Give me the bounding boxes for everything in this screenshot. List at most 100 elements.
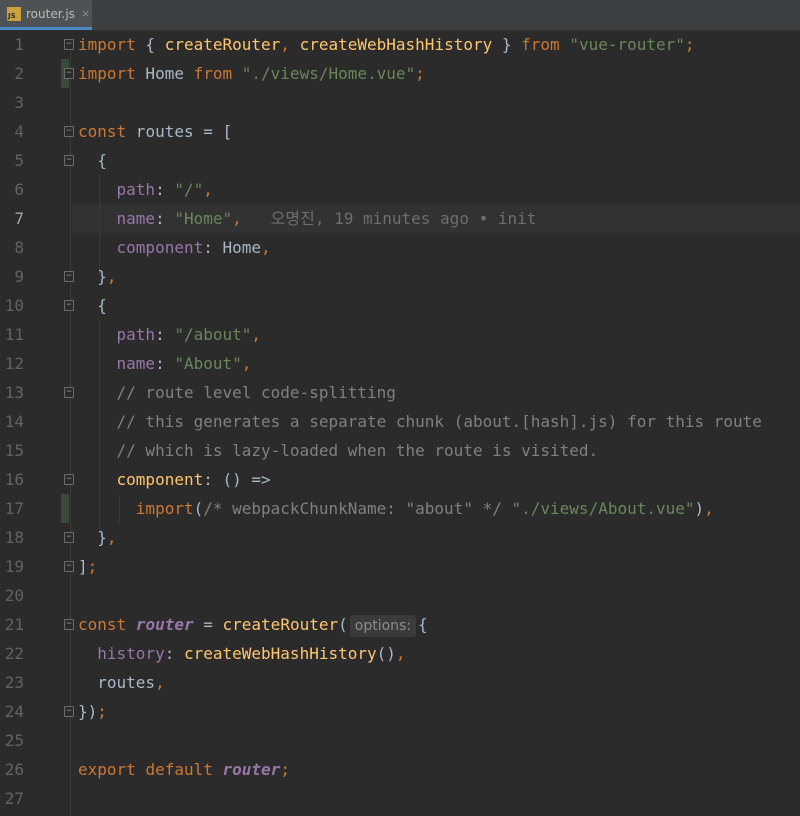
code-text: }: [78, 528, 107, 547]
property-key: path: [116, 180, 156, 199]
code-line-7[interactable]: name: "Home", 오명진, 19 minutes ago • init: [78, 204, 537, 233]
code-line-13[interactable]: // route level code-splitting: [78, 378, 396, 407]
line-number: 5: [14, 151, 24, 170]
code-line-26[interactable]: export default router;: [78, 755, 290, 784]
fold-collapse-icon[interactable]: −: [64, 300, 74, 311]
function-call: createRouter: [222, 615, 339, 634]
punctuation: ,: [106, 528, 117, 547]
code-line-15[interactable]: // which is lazy-loaded when the route i…: [78, 436, 599, 465]
string-literal: "vue-router": [569, 35, 685, 54]
code-line-18[interactable]: },: [78, 523, 117, 552]
code-line-8[interactable]: component: Home,: [78, 233, 271, 262]
code-line-24[interactable]: });: [78, 697, 107, 726]
code-line-21[interactable]: const router = createRouter(options:{: [78, 610, 428, 639]
line-number: 22: [4, 644, 24, 663]
line-number: 16: [4, 470, 24, 489]
property-key: path: [116, 325, 156, 344]
code-line-17[interactable]: import(/* webpackChunkName: "about" */ "…: [78, 494, 714, 523]
property-key: name: [116, 354, 156, 373]
punctuation: ;: [87, 557, 98, 576]
code-text: :: [155, 209, 175, 228]
fold-collapse-icon[interactable]: −: [64, 619, 74, 630]
js-file-icon: JS: [7, 6, 21, 21]
line-number-current: 7: [14, 209, 24, 228]
line-number: 12: [4, 354, 24, 373]
code-text: {: [78, 296, 107, 315]
line-number: 24: [4, 702, 24, 721]
code-text: :: [203, 238, 223, 257]
code-line-1[interactable]: import { createRouter, createWebHashHist…: [78, 30, 695, 59]
keyword: export: [78, 760, 136, 779]
fold-end-icon[interactable]: −: [64, 561, 74, 572]
keyword: from: [193, 64, 233, 83]
line-number: 13: [4, 383, 24, 402]
code-editor[interactable]: 1 2 3 4 5 6 7 8 9 10 11 12 13 14 15 16 1…: [0, 30, 800, 816]
code-line-19[interactable]: ];: [78, 552, 97, 581]
comment: // route level code-splitting: [78, 383, 396, 402]
keyword: import: [78, 64, 136, 83]
editor-tab-bar: JS router.js ×: [0, 0, 800, 31]
fold-end-icon[interactable]: −: [64, 271, 74, 282]
line-number: 2: [14, 64, 24, 83]
punctuation: ,: [232, 209, 242, 228]
tab-router-js[interactable]: JS router.js ×: [0, 0, 92, 30]
line-number: 27: [4, 789, 24, 808]
line-number: 20: [4, 586, 24, 605]
code-line-23[interactable]: routes,: [78, 668, 165, 697]
code-line-9[interactable]: },: [78, 262, 116, 291]
keyword: const: [78, 615, 127, 634]
punctuation: ,: [155, 673, 165, 692]
code-text: (): [376, 644, 396, 663]
code-line-22[interactable]: history: createWebHashHistory(),: [78, 639, 405, 668]
code-line-2[interactable]: import Home from "./views/Home.vue";: [78, 59, 425, 88]
fold-end-icon[interactable]: −: [64, 68, 74, 79]
close-icon[interactable]: ×: [81, 7, 90, 20]
fold-collapse-icon[interactable]: −: [64, 39, 74, 50]
code-line-5[interactable]: {: [78, 146, 107, 175]
code-line-16[interactable]: component: () =>: [78, 465, 271, 494]
code-text: }): [78, 702, 98, 721]
code-text: routes: [78, 673, 156, 692]
string-literal: "./views/Home.vue": [241, 64, 416, 83]
punctuation: ,: [203, 180, 213, 199]
variable-name: router: [222, 760, 281, 779]
fold-end-icon[interactable]: −: [64, 532, 74, 543]
line-number: 11: [4, 325, 24, 344]
code-text: ): [694, 499, 705, 518]
code-line-12[interactable]: name: "About",: [78, 349, 252, 378]
line-number: 23: [4, 673, 24, 692]
fold-end-icon[interactable]: −: [64, 706, 74, 717]
code-line-6[interactable]: path: "/",: [78, 175, 213, 204]
string-literal: "/about": [174, 325, 252, 344]
punctuation: ,: [241, 354, 252, 373]
code-line-10[interactable]: {: [78, 291, 107, 320]
vcs-change-marker[interactable]: [61, 494, 69, 523]
string-literal: "Home": [174, 209, 233, 228]
code-line-11[interactable]: path: "/about",: [78, 320, 262, 349]
function-call: createWebHashHistory: [183, 644, 377, 663]
punctuation: ,: [280, 35, 290, 54]
code-text: {: [78, 151, 107, 170]
fold-collapse-icon[interactable]: −: [64, 387, 74, 398]
fold-end-icon[interactable]: −: [64, 474, 74, 485]
comment: // which is lazy-loaded when the route i…: [78, 441, 599, 460]
code-line-4[interactable]: const routes = [: [78, 117, 232, 146]
comment: /* webpackChunkName: "about" */: [203, 499, 502, 518]
line-number: 8: [14, 238, 24, 257]
keyword: const: [78, 122, 127, 141]
code-line-14[interactable]: // this generates a separate chunk (abou…: [78, 407, 762, 436]
fold-collapse-icon[interactable]: −: [64, 126, 74, 137]
parameter-hint: options:: [349, 615, 417, 637]
code-text: :: [155, 180, 175, 199]
git-blame-annotation[interactable]: 오명진, 19 minutes ago • init: [242, 209, 537, 228]
punctuation: ,: [704, 499, 714, 518]
fold-collapse-icon[interactable]: −: [64, 155, 74, 166]
line-number: 15: [4, 441, 24, 460]
identifier: Home: [222, 238, 262, 257]
